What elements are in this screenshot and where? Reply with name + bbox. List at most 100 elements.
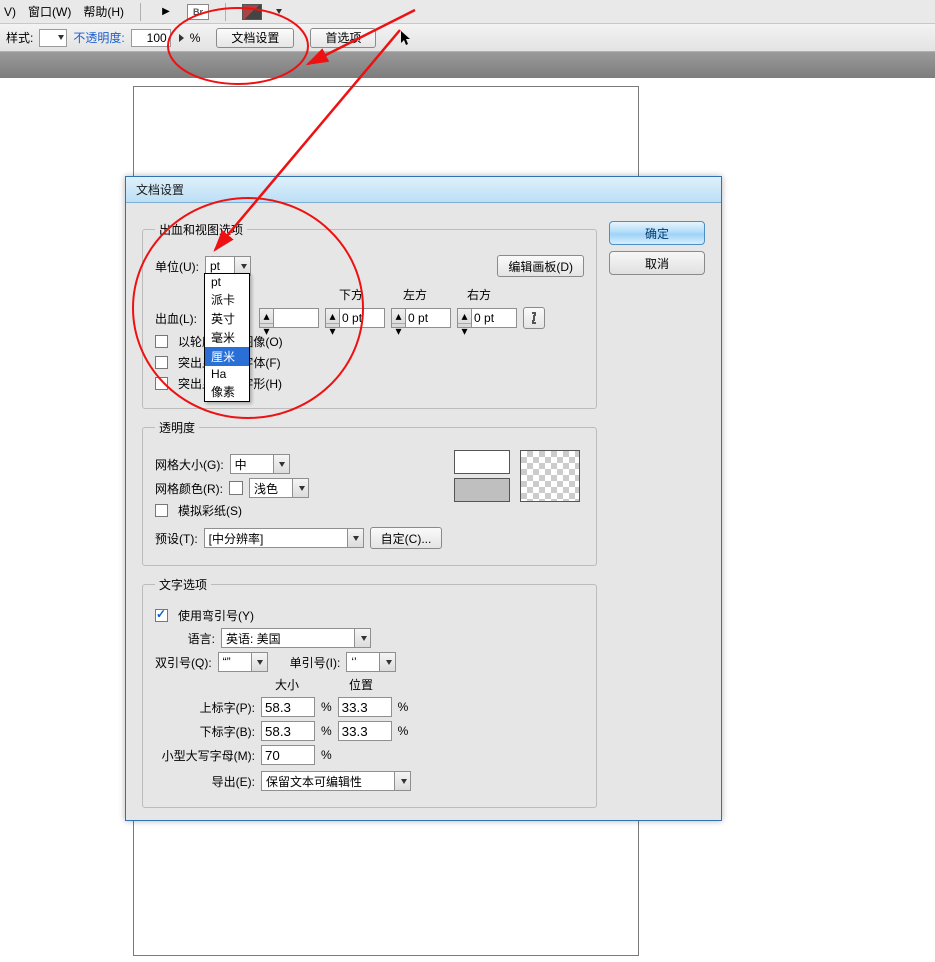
dialog-title-bar[interactable]: 文档设置 (126, 177, 721, 203)
text-options-legend: 文字选项 (155, 576, 211, 593)
pos-col-header: 位置 (349, 676, 373, 693)
bleed-col-right: 右方 (467, 286, 491, 303)
preset-label: 预设(T): (155, 530, 198, 547)
size-col-header: 大小 (275, 676, 299, 693)
subscript-label: 下标字(B): (155, 723, 255, 740)
unit-option-ha[interactable]: Ha (205, 366, 249, 382)
grid-size-value: 中 (235, 456, 247, 473)
opacity-field[interactable]: 100 (131, 29, 171, 47)
dquote-label: 双引号(Q): (155, 654, 212, 671)
bleed-bottom-field[interactable]: ▴▾ (325, 308, 385, 328)
percent-label: % (398, 700, 409, 714)
preset-select[interactable]: [中分辨率] (204, 528, 364, 548)
cancel-button[interactable]: 取消 (609, 251, 705, 275)
bleed-col-bottom: 下方 (339, 286, 363, 303)
smallcaps-label: 小型大写字母(M): (155, 747, 255, 764)
language-select[interactable]: 英语: 美国 (221, 628, 371, 648)
text-options-group: 文字选项 使用弯引号(Y) 语言: 英语: 美国 双引号(Q): “” (142, 576, 597, 808)
dquote-select[interactable]: “” (218, 652, 268, 672)
style-label: 样式: (6, 29, 33, 46)
subscript-pos-field[interactable] (338, 721, 392, 741)
export-label: 导出(E): (155, 773, 255, 790)
style-select[interactable] (39, 29, 67, 47)
bleed-top-field[interactable]: ▴▾ (259, 308, 319, 328)
menu-window[interactable]: 窗口(W) (28, 3, 71, 20)
squote-select[interactable]: ‘’ (346, 652, 396, 672)
edit-artboards-button[interactable]: 编辑画板(D) (497, 255, 584, 277)
squote-value: ‘’ (351, 655, 356, 669)
ok-button[interactable]: 确定 (609, 221, 705, 245)
toolbar-strip (0, 52, 935, 78)
bleed-label: 出血(L): (155, 310, 197, 327)
highlight-fonts-checkbox[interactable] (155, 356, 168, 369)
unit-dropdown[interactable]: pt 派卡 英寸 毫米 厘米 Ha 像素 (204, 273, 250, 402)
preview-white (454, 450, 510, 474)
bleed-group-legend: 出血和视图选项 (155, 221, 247, 238)
document-setup-dialog: 文档设置 出血和视图选项 单位(U): pt 编辑画板(D) (125, 176, 722, 821)
superscript-size-field[interactable] (261, 697, 315, 717)
chevron-down-icon (58, 35, 64, 40)
grid-color-label: 网格颜色(R): (155, 480, 223, 497)
transparency-group: 透明度 网格大小(G): 中 网格颜色(R): (142, 419, 597, 566)
chevron-down-icon (347, 529, 363, 547)
color-swatch-icon[interactable] (242, 4, 262, 20)
superscript-label: 上标字(P): (155, 699, 255, 716)
unit-option-pica[interactable]: 派卡 (205, 290, 249, 309)
custom-button[interactable]: 自定(C)... (370, 527, 443, 549)
chevron-right-icon[interactable] (179, 34, 184, 42)
unit-option-inch[interactable]: 英寸 (205, 309, 249, 328)
chevron-down-icon (354, 629, 370, 647)
bridge-icon[interactable]: Br (187, 4, 209, 20)
outline-images-checkbox[interactable] (155, 335, 168, 348)
grid-color-select[interactable]: 浅色 (249, 478, 309, 498)
grid-color-value: 浅色 (254, 480, 278, 497)
superscript-pos-field[interactable] (338, 697, 392, 717)
chevron-down-icon (379, 653, 395, 671)
chevron-down-icon[interactable] (276, 9, 282, 14)
unit-option-mm[interactable]: 毫米 (205, 328, 249, 347)
unit-option-pt[interactable]: pt (205, 274, 249, 290)
preferences-button[interactable]: 首选项 (310, 28, 376, 48)
grid-size-select[interactable]: 中 (230, 454, 290, 474)
chevron-down-icon (251, 653, 267, 671)
export-value: 保留文本可编辑性 (266, 773, 362, 790)
smallcaps-size-field[interactable] (261, 745, 315, 765)
chevron-down-icon (292, 479, 308, 497)
export-select[interactable]: 保留文本可编辑性 (261, 771, 411, 791)
simulate-paper-label: 模拟彩纸(S) (178, 502, 242, 519)
use-quotes-checkbox[interactable] (155, 609, 168, 622)
percent-label: % (321, 724, 332, 738)
opacity-label[interactable]: 不透明度: (73, 29, 124, 46)
unit-option-cm[interactable]: 厘米 (205, 347, 249, 366)
chevron-down-icon (394, 772, 410, 790)
unit-option-px[interactable]: 像素 (205, 382, 249, 401)
bleed-left-value[interactable] (406, 309, 450, 327)
menu-help[interactable]: 帮助(H) (83, 3, 124, 20)
document-setup-button[interactable]: 文档设置 (216, 28, 294, 48)
cursor-icon (398, 29, 416, 47)
link-bleed-icon[interactable] (523, 307, 545, 329)
percent-label: % (398, 724, 409, 738)
bleed-right-field[interactable]: ▴▾ (457, 308, 517, 328)
subscript-size-field[interactable] (261, 721, 315, 741)
dialog-title: 文档设置 (136, 181, 184, 198)
highlight-glyphs-checkbox[interactable] (155, 377, 168, 390)
preset-value: [中分辨率] (209, 530, 264, 547)
preview-grey (454, 478, 510, 502)
percent-label: % (321, 700, 332, 714)
percent-label: % (190, 31, 201, 45)
bleed-left-field[interactable]: ▴▾ (391, 308, 451, 328)
unit-label: 单位(U): (155, 258, 199, 275)
menu-view[interactable]: V) (4, 5, 16, 19)
bleed-right-value[interactable] (472, 309, 516, 327)
use-quotes-label: 使用弯引号(Y) (178, 607, 254, 624)
bleed-bottom-value[interactable] (340, 309, 384, 327)
unit-value: pt (210, 259, 220, 273)
go-icon[interactable]: ▶ (157, 5, 175, 19)
chevron-down-icon (273, 455, 289, 473)
simulate-paper-checkbox[interactable] (155, 504, 168, 517)
grid-color-swatch-icon (229, 481, 243, 495)
grid-size-label: 网格大小(G): (155, 456, 224, 473)
bleed-col-left: 左方 (403, 286, 427, 303)
transparency-legend: 透明度 (155, 419, 199, 436)
